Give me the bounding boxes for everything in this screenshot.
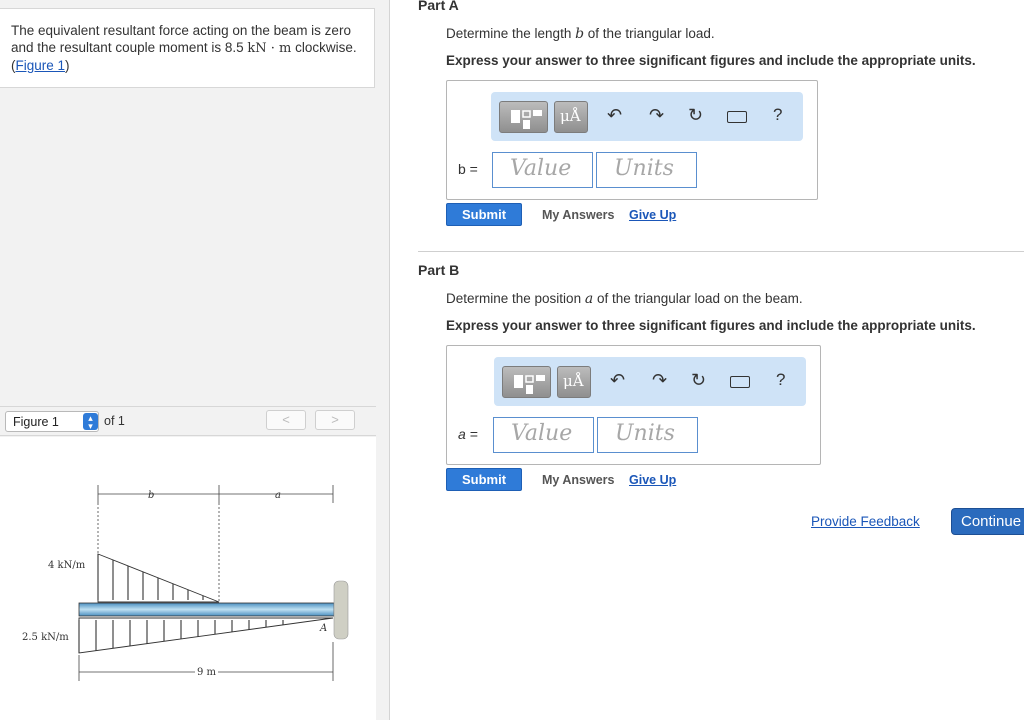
problem-panel: The equivalent resultant force acting on… — [0, 0, 390, 720]
part-b-submit-button[interactable]: Submit — [446, 468, 522, 491]
load-label-bottom: 2.5 kN/m — [22, 632, 69, 643]
part-b-value-input[interactable]: Value — [493, 417, 594, 453]
point-label-A: A — [319, 623, 327, 634]
figure-select[interactable]: Figure 1 ▴ ▾ — [5, 411, 99, 432]
part-b-answer-box: μÅ ↶ ↷ ↻ ? a = Value Units — [446, 345, 821, 465]
chevron-left-icon: < — [282, 412, 290, 427]
figure-select-value: Figure 1 — [13, 415, 59, 429]
part-b-instruction-var: a — [584, 291, 594, 307]
bottom-load — [78, 617, 334, 654]
part-a-instruction-post: of the triangular load. — [584, 26, 715, 41]
part-a-instruction-var: b — [575, 26, 585, 42]
dim-label-a: a — [275, 490, 281, 501]
redo-icon[interactable]: ↷ — [649, 105, 664, 126]
part-b-instruction-pre: Determine the position — [446, 291, 585, 306]
reset-icon[interactable]: ↻ — [691, 370, 706, 391]
part-a-title: Part A — [418, 0, 459, 13]
units-button[interactable]: μÅ — [554, 101, 588, 133]
part-a-units-input[interactable]: Units — [596, 152, 697, 188]
beam-diagram: b a 4 kN/m 2.5 kN/m A 9 m — [22, 485, 349, 681]
templates-icon — [511, 110, 542, 129]
part-a-instruction: Determine the length b of the triangular… — [446, 26, 715, 42]
part-b-units-input[interactable]: Units — [597, 417, 698, 453]
keyboard-icon[interactable] — [730, 376, 750, 388]
templates-button[interactable] — [499, 101, 548, 133]
dim-label-b: b — [148, 490, 154, 501]
part-b-instruction-post: of the triangular load on the beam. — [593, 291, 803, 306]
units-icon: μÅ — [560, 107, 581, 125]
units-button[interactable]: μÅ — [557, 366, 591, 398]
keyboard-icon[interactable] — [727, 111, 747, 123]
chevron-updown-icon: ▴ ▾ — [83, 413, 98, 431]
figure-toolbar: Figure 1 ▴ ▾ of 1 < > — [0, 406, 376, 436]
figure-image: b a 4 kN/m 2.5 kN/m A 9 m — [0, 437, 376, 720]
part-b-my-answers[interactable]: My Answers — [542, 473, 614, 487]
help-icon[interactable]: ? — [773, 105, 782, 125]
part-b-instruction: Determine the position a of the triangul… — [446, 291, 803, 307]
undo-icon[interactable]: ↶ — [607, 105, 622, 126]
bottom-load-arrows — [78, 620, 284, 653]
part-a-give-up[interactable]: Give Up — [629, 208, 676, 222]
part-b-math-toolbar: μÅ ↶ ↷ ↻ ? — [494, 357, 806, 406]
part-a-submit-button[interactable]: Submit — [446, 203, 522, 226]
templates-icon — [514, 375, 545, 394]
part-b-express: Express your answer to three significant… — [446, 318, 976, 333]
part-b-give-up[interactable]: Give Up — [629, 473, 676, 487]
beam — [78, 602, 335, 617]
part-a-var-label: b = — [458, 161, 478, 177]
continue-button[interactable]: Continue — [951, 508, 1024, 535]
load-label-top: 4 kN/m — [48, 560, 86, 571]
figure-link[interactable]: Figure 1 — [16, 58, 66, 73]
prev-figure-button[interactable]: < — [266, 410, 306, 430]
problem-text-close: ) — [65, 58, 70, 73]
part-a-math-toolbar: μÅ ↶ ↷ ↻ ? — [491, 92, 803, 141]
templates-button[interactable] — [502, 366, 551, 398]
part-a-instruction-pre: Determine the length — [446, 26, 576, 41]
units-icon: μÅ — [563, 372, 584, 390]
part-b-title: Part B — [418, 262, 460, 278]
part-b-var-label: a = — [458, 426, 478, 442]
problem-statement: The equivalent resultant force acting on… — [0, 8, 375, 88]
redo-icon[interactable]: ↷ — [652, 370, 667, 391]
wall-support — [333, 580, 349, 640]
span-label: 9 m — [197, 667, 217, 678]
undo-icon[interactable]: ↶ — [610, 370, 625, 391]
reset-icon[interactable]: ↻ — [688, 105, 703, 126]
part-a-answer-box: μÅ ↶ ↷ ↻ ? b = Value Units — [446, 80, 818, 200]
help-icon[interactable]: ? — [776, 370, 785, 390]
part-a-express: Express your answer to three significant… — [446, 53, 976, 68]
part-a-value-input[interactable]: Value — [492, 152, 593, 188]
provide-feedback-link[interactable]: Provide Feedback — [811, 514, 920, 529]
moment-unit: kN · m — [247, 41, 292, 56]
part-a-my-answers[interactable]: My Answers — [542, 208, 614, 222]
next-figure-button[interactable]: > — [315, 410, 355, 430]
triangular-load-arrows — [97, 554, 204, 600]
chevron-right-icon: > — [331, 412, 339, 427]
figure-count: of 1 — [104, 414, 125, 428]
part-divider — [418, 251, 1024, 252]
